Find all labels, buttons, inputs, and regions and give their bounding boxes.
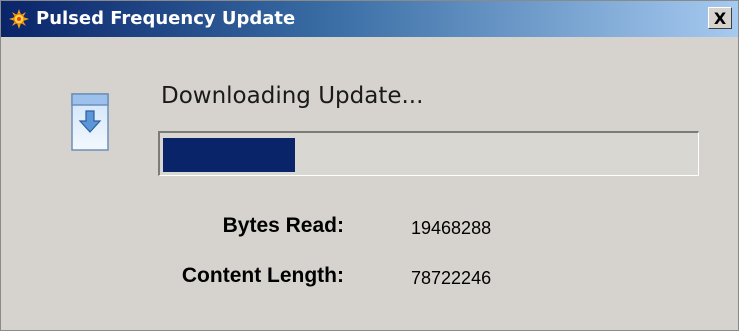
content-length-label: Content Length: xyxy=(181,264,344,287)
update-dialog: Pulsed Frequency Update X Downloading Up… xyxy=(0,0,739,331)
status-heading: Downloading Update... xyxy=(161,83,424,109)
download-progress-bar xyxy=(158,131,699,176)
title-bar[interactable]: Pulsed Frequency Update X xyxy=(1,1,738,37)
progress-fill xyxy=(163,138,295,172)
close-button[interactable]: X xyxy=(708,7,732,29)
content-length-value: 78722246 xyxy=(411,268,492,288)
download-arrow-icon xyxy=(71,93,109,151)
bytes-read-label: Bytes Read: xyxy=(222,214,344,237)
bytes-read-value: 19468288 xyxy=(411,218,492,238)
window-title: Pulsed Frequency Update xyxy=(36,8,296,29)
sun-gear-icon xyxy=(9,9,29,29)
